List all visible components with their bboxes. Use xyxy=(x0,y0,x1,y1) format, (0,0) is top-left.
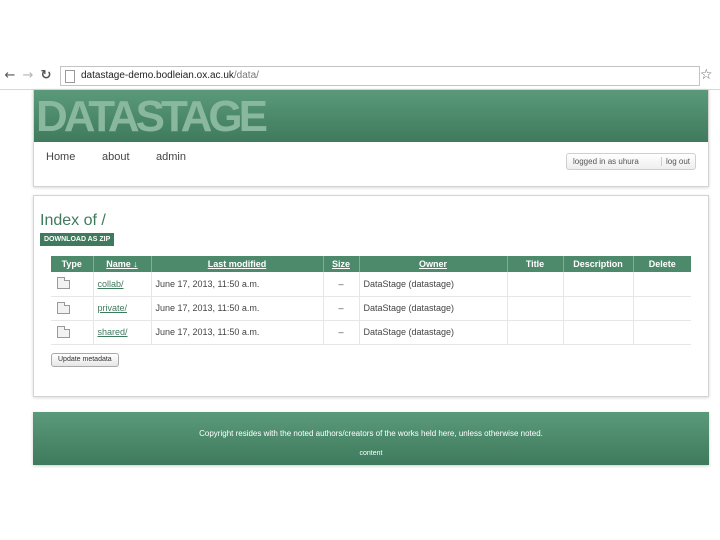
folder-icon xyxy=(57,277,70,290)
main-content: Index of / DOWNLOAD AS ZIP Type Name ↓ L… xyxy=(33,195,709,397)
url-host: datastage-demo.bodleian.ox.ac.uk xyxy=(81,70,234,81)
site-logo[interactable]: DATASTAGE xyxy=(36,94,268,140)
copyright-notice: Copyright resides with the noted authors… xyxy=(199,429,543,438)
column-header-type: Type xyxy=(51,256,94,272)
download-zip-button[interactable]: DOWNLOAD AS ZIP xyxy=(40,233,115,246)
footer-content-link[interactable]: content xyxy=(33,450,709,457)
url-text[interactable]: datastage-demo.bodleian.ox.ac.uk/data/ xyxy=(81,70,259,81)
reload-icon[interactable]: ↻ xyxy=(38,68,54,84)
type-cell xyxy=(51,296,94,321)
owner-cell: DataStage (datastage) xyxy=(359,296,508,321)
page-title: Index of / xyxy=(40,212,106,229)
url-path: /data/ xyxy=(233,70,259,81)
logout-link[interactable]: log out xyxy=(661,157,690,166)
file-table: Type Name ↓ Last modified Size Owner Tit… xyxy=(51,256,691,345)
column-header-owner[interactable]: Owner xyxy=(359,256,508,272)
logged-in-status: logged in as uhura xyxy=(573,157,639,166)
table-row: shared/ June 17, 2013, 11:50 a.m. – Data… xyxy=(51,320,691,345)
table-row: collab/ June 17, 2013, 11:50 a.m. – Data… xyxy=(51,272,691,297)
size-cell: – xyxy=(323,296,360,321)
owner-cell: DataStage (datastage) xyxy=(359,320,508,345)
site-footer: Copyright resides with the noted authors… xyxy=(33,412,709,465)
size-cell: – xyxy=(323,320,360,345)
description-cell xyxy=(563,296,634,321)
description-cell xyxy=(563,320,634,345)
delete-cell xyxy=(633,272,691,297)
column-header-delete: Delete xyxy=(633,256,691,272)
folder-icon xyxy=(57,301,70,314)
owner-cell: DataStage (datastage) xyxy=(359,272,508,297)
column-header-size[interactable]: Size xyxy=(323,256,360,272)
page-icon xyxy=(65,70,75,83)
delete-cell xyxy=(633,296,691,321)
type-cell xyxy=(51,272,94,297)
table-row: private/ June 17, 2013, 11:50 a.m. – Dat… xyxy=(51,296,691,321)
bookmark-star-icon[interactable]: ☆ xyxy=(700,66,713,84)
folder-link-collab[interactable]: collab/ xyxy=(93,272,152,297)
size-cell: – xyxy=(323,272,360,297)
description-cell xyxy=(563,272,634,297)
update-metadata-button[interactable]: Update metadata xyxy=(51,353,119,367)
column-header-name[interactable]: Name ↓ xyxy=(93,256,152,272)
last-modified-cell: June 17, 2013, 11:50 a.m. xyxy=(151,296,324,321)
table-header-row: Type Name ↓ Last modified Size Owner Tit… xyxy=(51,256,691,272)
title-cell xyxy=(507,272,564,297)
back-arrow-icon[interactable]: ← xyxy=(2,68,18,84)
site-header: DATASTAGE Home about admin logged in as … xyxy=(33,89,709,187)
folder-icon xyxy=(57,325,70,338)
column-header-title: Title xyxy=(507,256,564,272)
title-cell xyxy=(507,320,564,345)
last-modified-cell: June 17, 2013, 11:50 a.m. xyxy=(151,272,324,297)
column-header-description: Description xyxy=(563,256,634,272)
type-cell xyxy=(51,320,94,345)
delete-cell xyxy=(633,320,691,345)
nav-home-link[interactable]: Home xyxy=(46,151,75,163)
last-modified-cell: June 17, 2013, 11:50 a.m. xyxy=(151,320,324,345)
nav-about-link[interactable]: about xyxy=(102,151,130,163)
folder-link-shared[interactable]: shared/ xyxy=(93,320,152,345)
title-cell xyxy=(507,296,564,321)
nav-admin-link[interactable]: admin xyxy=(156,151,186,163)
header-banner: DATASTAGE xyxy=(34,90,708,142)
browser-toolbar: ← → ↻ datastage-demo.bodleian.ox.ac.uk/d… xyxy=(0,62,720,90)
forward-arrow-icon[interactable]: → xyxy=(20,68,36,84)
login-status-box: logged in as uhura log out xyxy=(566,153,696,170)
address-bar[interactable]: datastage-demo.bodleian.ox.ac.uk/data/ xyxy=(60,66,700,86)
column-header-last-modified[interactable]: Last modified xyxy=(151,256,324,272)
folder-link-private[interactable]: private/ xyxy=(93,296,152,321)
